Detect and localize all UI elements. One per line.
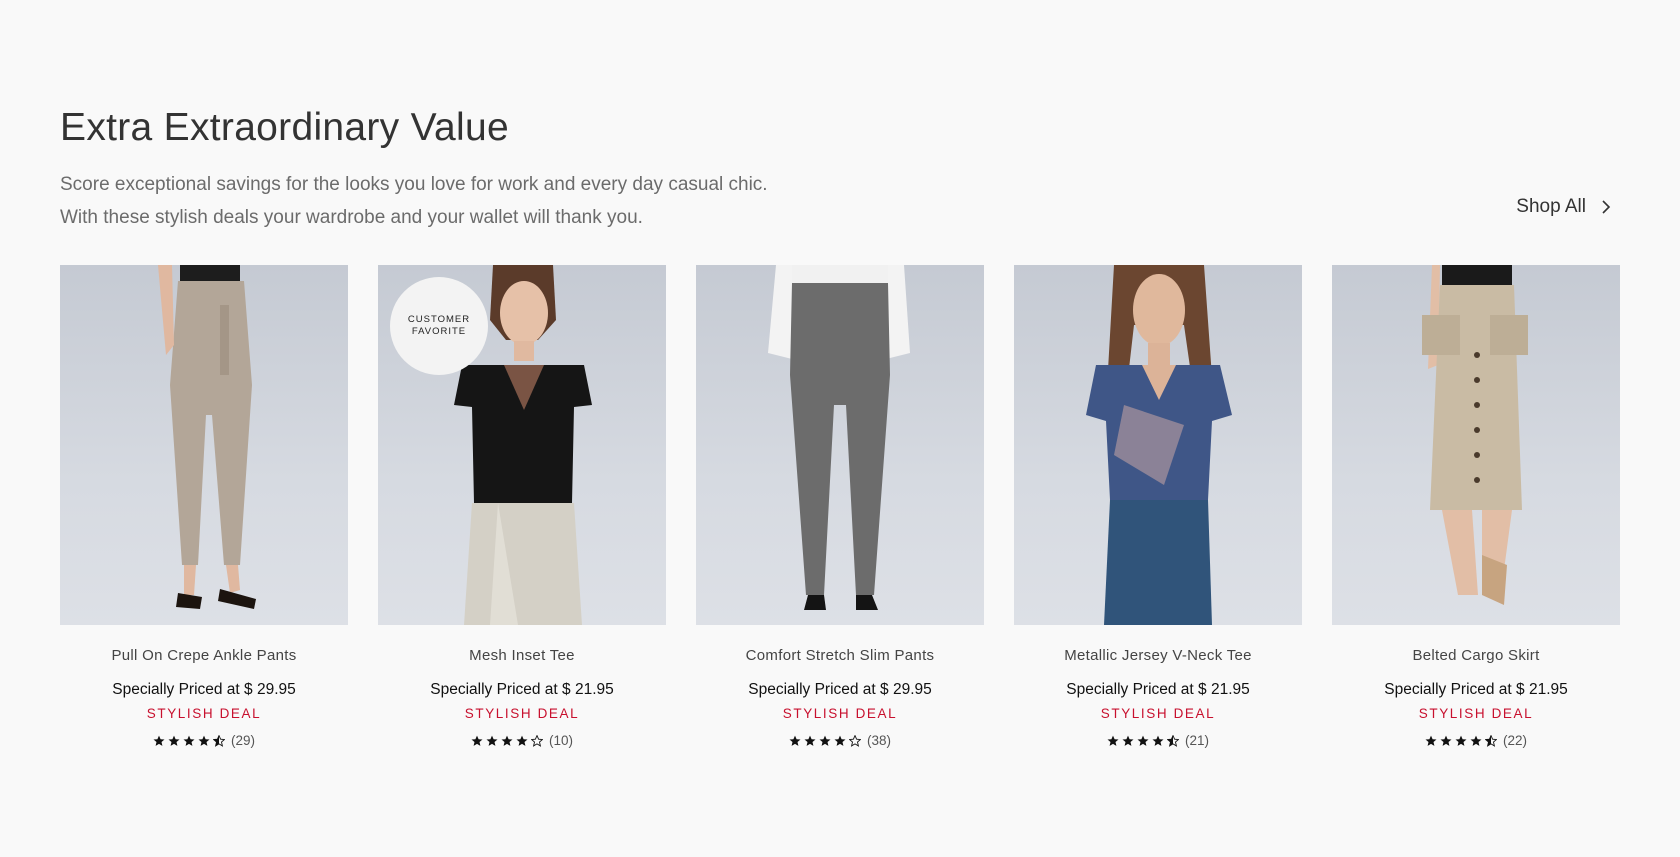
star-icon	[516, 735, 528, 746]
star-icon	[819, 735, 831, 746]
product-price: Specially Priced at $ 21.95	[430, 681, 614, 698]
star-icon	[1152, 735, 1164, 746]
page: Extra Extraordinary Value Score exceptio…	[0, 0, 1680, 857]
review-count: (22)	[1502, 733, 1527, 748]
section-title: Extra Extraordinary Value	[60, 106, 509, 149]
star-icon	[1425, 735, 1437, 746]
star-icon	[168, 735, 180, 746]
star-rating	[1107, 734, 1179, 747]
model-photo-pants-taupe	[158, 265, 256, 609]
deal-label: STYLISH DEAL	[782, 706, 898, 721]
review-count: (10)	[548, 733, 573, 748]
star-half-icon	[212, 734, 225, 747]
star-icon	[501, 735, 513, 746]
star-outline-icon	[848, 734, 861, 747]
model-photo-slim-pants	[768, 265, 910, 610]
star-icon	[1470, 735, 1482, 746]
product-grid: Pull On Crepe Ankle Pants Specially Pric…	[60, 265, 1620, 748]
chevron-right-icon	[1602, 200, 1611, 214]
deal-label: STYLISH DEAL	[1418, 706, 1534, 721]
shop-all-link[interactable]: Shop All	[1516, 196, 1612, 218]
star-icon	[1137, 735, 1149, 746]
product-price: Specially Priced at $ 21.95	[1066, 681, 1250, 698]
deal-label: STYLISH DEAL	[1100, 706, 1216, 721]
star-icon	[789, 735, 801, 746]
product-image[interactable]	[60, 265, 348, 625]
model-photo-cargo-skirt	[1422, 265, 1528, 605]
customer-favorite-badge: CUSTOMER FAVORITE	[390, 277, 488, 375]
star-icon	[471, 735, 483, 746]
subtitle-line-1: Score exceptional savings for the looks …	[60, 174, 768, 195]
star-half-icon	[1484, 734, 1497, 747]
product-card[interactable]: Belted Cargo Skirt Specially Priced at $…	[1332, 265, 1620, 748]
product-card[interactable]: Comfort Stretch Slim Pants Specially Pri…	[696, 265, 984, 748]
product-rating[interactable]: (29)	[60, 733, 348, 748]
badge-line-1: CUSTOMER	[407, 314, 471, 325]
product-image[interactable]: CUSTOMER FAVORITE	[378, 265, 666, 625]
product-price: Specially Priced at $ 21.95	[1384, 681, 1568, 698]
model-photo-metallic-tee	[1086, 265, 1232, 625]
product-price: Specially Priced at $ 29.95	[112, 681, 296, 698]
product-name[interactable]: Pull On Crepe Ankle Pants	[60, 647, 348, 664]
star-rating	[1425, 734, 1497, 747]
product-name[interactable]: Belted Cargo Skirt	[1332, 647, 1620, 664]
shop-all-label: Shop All	[1516, 196, 1586, 217]
product-price: Specially Priced at $ 29.95	[748, 681, 932, 698]
star-outline-icon	[530, 734, 543, 747]
product-card[interactable]: CUSTOMER FAVORITE Mesh Inset Tee Special…	[378, 265, 666, 748]
product-name[interactable]: Metallic Jersey V-Neck Tee	[1014, 647, 1302, 664]
star-icon	[834, 735, 846, 746]
star-icon	[1107, 735, 1119, 746]
product-image[interactable]	[1014, 265, 1302, 625]
star-icon	[183, 735, 195, 746]
product-image[interactable]	[1332, 265, 1620, 625]
star-rating	[789, 734, 861, 747]
star-icon	[1440, 735, 1452, 746]
product-rating[interactable]: (38)	[696, 733, 984, 748]
star-rating	[471, 734, 543, 747]
section-subtitle: Score exceptional savings for the looks …	[60, 168, 1620, 234]
subtitle-line-2: With these stylish deals your wardrobe a…	[60, 207, 643, 228]
star-icon	[486, 735, 498, 746]
product-card[interactable]: Metallic Jersey V-Neck Tee Specially Pri…	[1014, 265, 1302, 748]
review-count: (21)	[1184, 733, 1209, 748]
product-name[interactable]: Mesh Inset Tee	[378, 647, 666, 664]
star-icon	[198, 735, 210, 746]
star-icon	[804, 735, 816, 746]
review-count: (38)	[866, 733, 891, 748]
product-image[interactable]	[696, 265, 984, 625]
star-rating	[153, 734, 225, 747]
star-icon	[1122, 735, 1134, 746]
promo-section-header: Extra Extraordinary Value Score exceptio…	[60, 104, 1620, 234]
badge-line-2: FAVORITE	[411, 326, 467, 337]
star-half-icon	[1166, 734, 1179, 747]
star-icon	[1455, 735, 1467, 746]
star-icon	[153, 735, 165, 746]
deal-label: STYLISH DEAL	[464, 706, 580, 721]
product-card[interactable]: Pull On Crepe Ankle Pants Specially Pric…	[60, 265, 348, 748]
product-rating[interactable]: (22)	[1332, 733, 1620, 748]
product-rating[interactable]: (10)	[378, 733, 666, 748]
deal-label: STYLISH DEAL	[146, 706, 262, 721]
review-count: (29)	[230, 733, 255, 748]
product-rating[interactable]: (21)	[1014, 733, 1302, 748]
product-name[interactable]: Comfort Stretch Slim Pants	[696, 647, 984, 664]
